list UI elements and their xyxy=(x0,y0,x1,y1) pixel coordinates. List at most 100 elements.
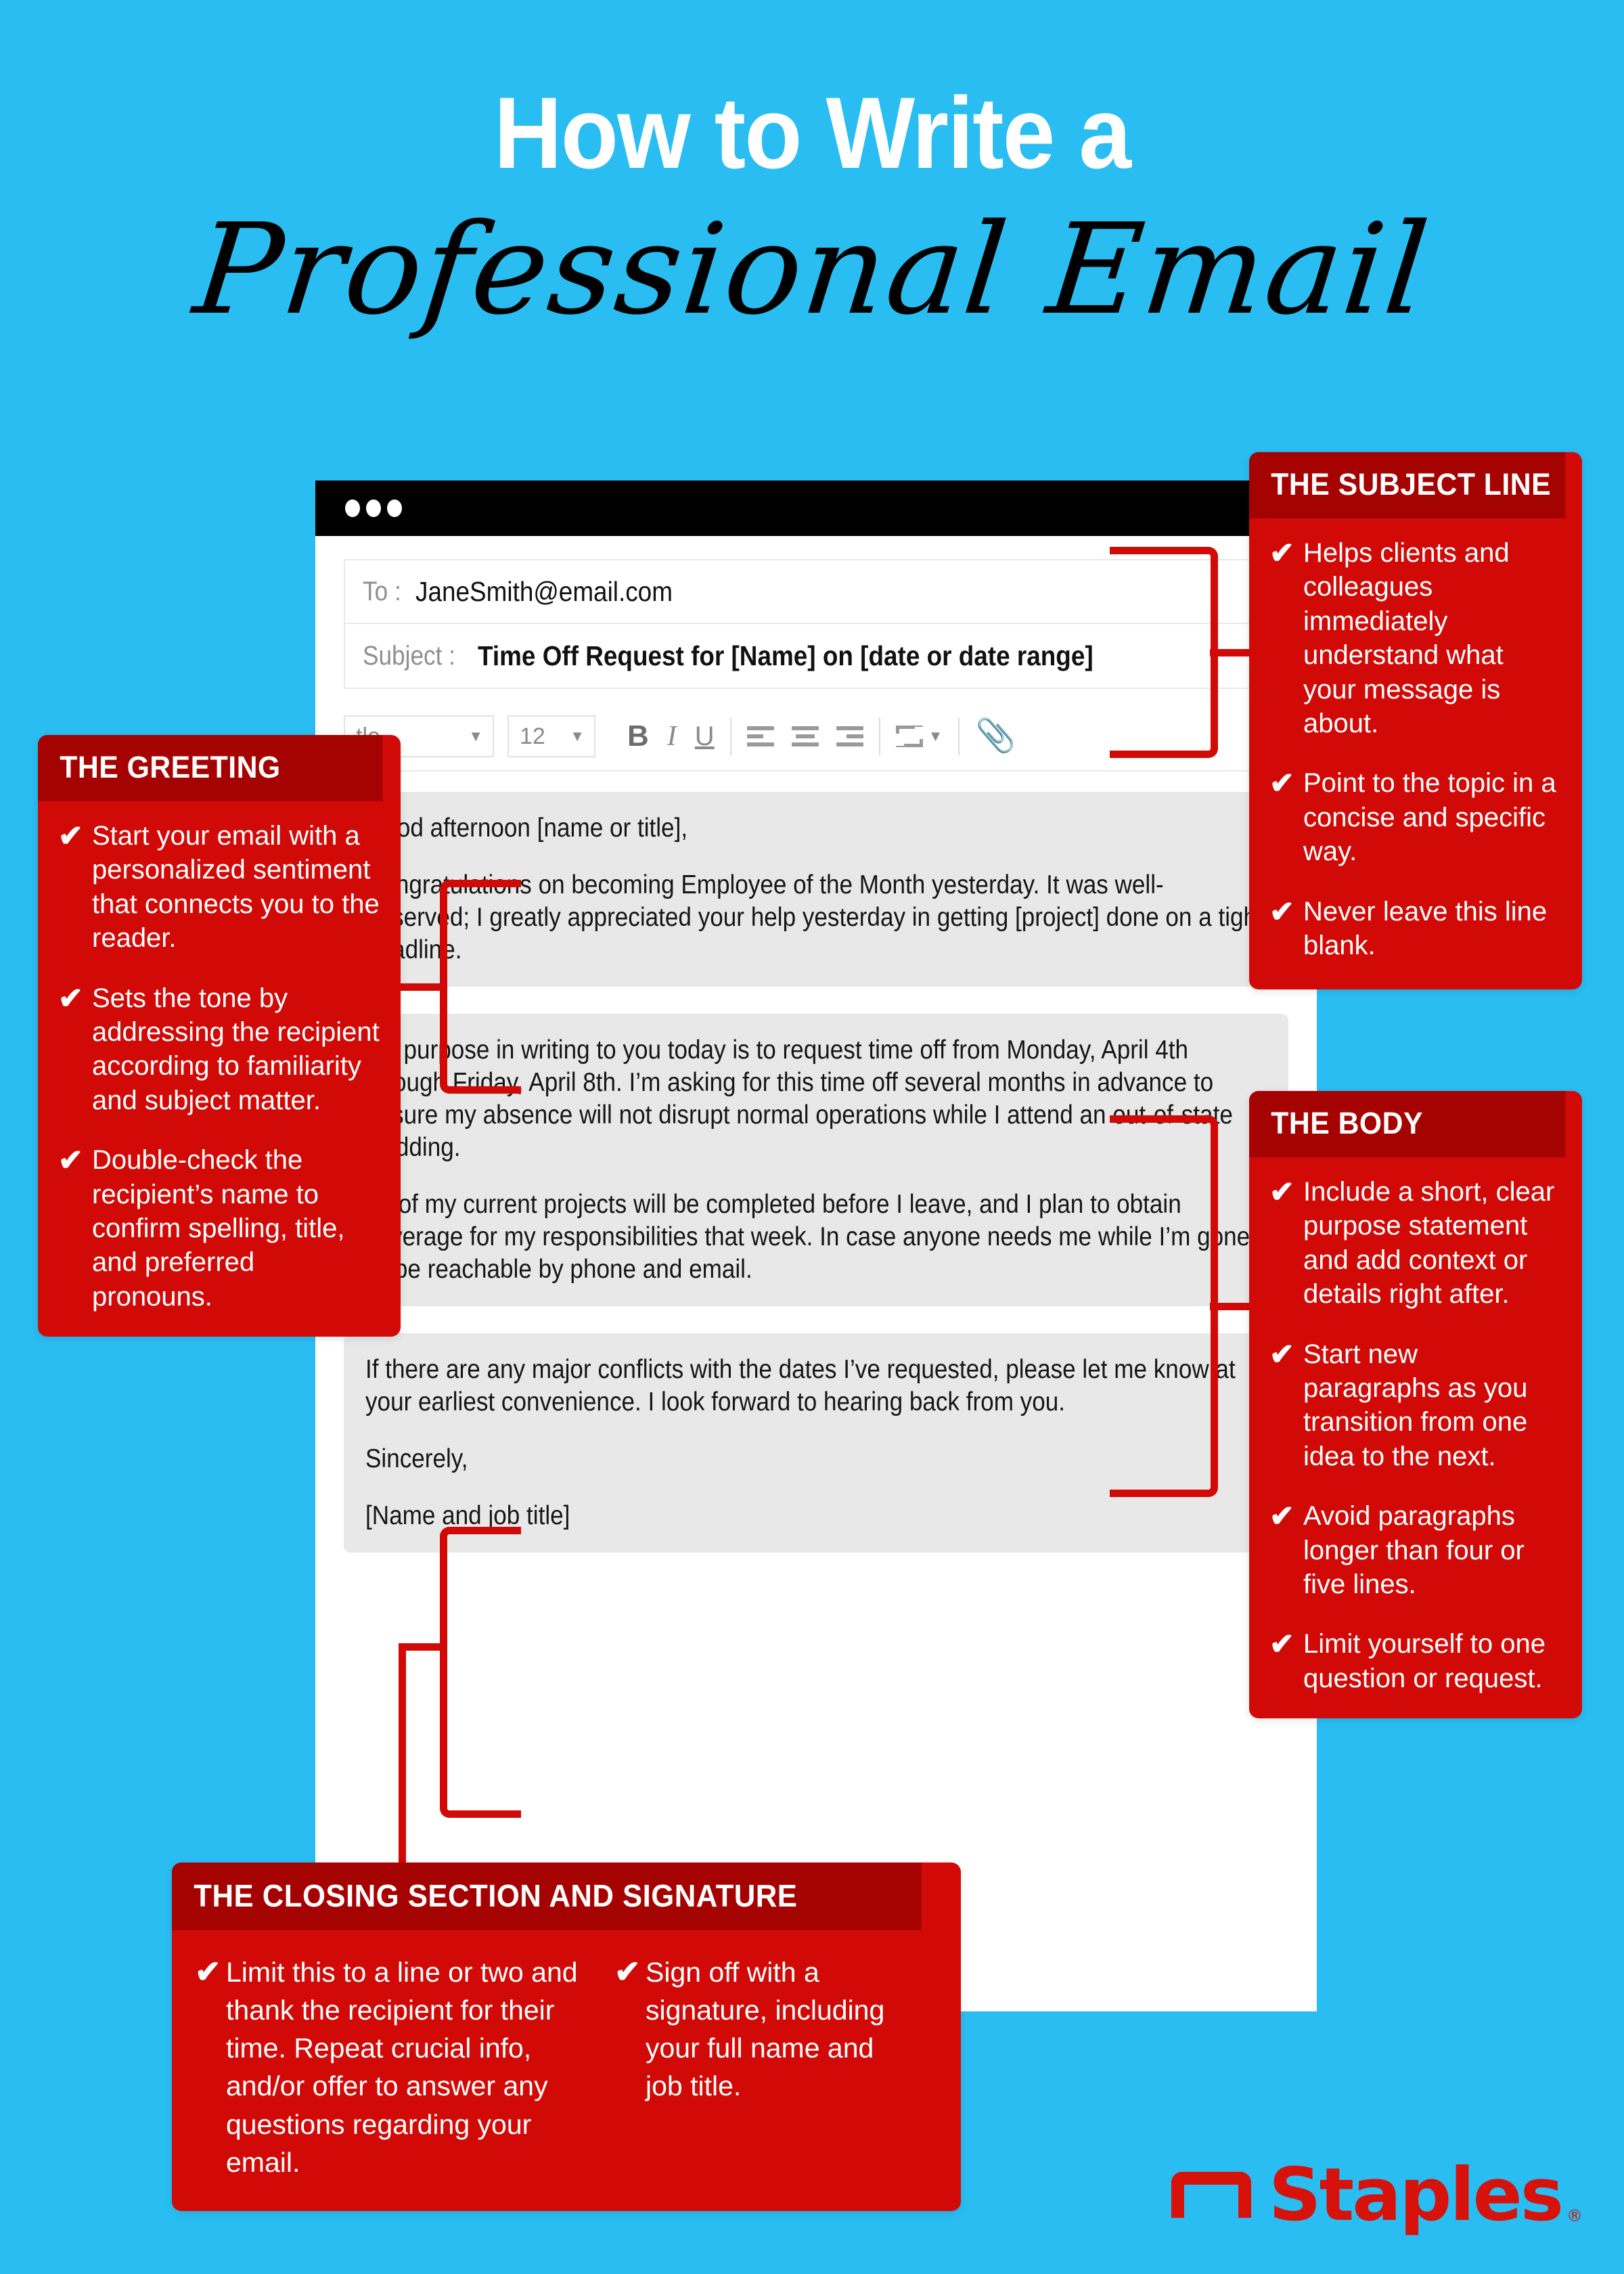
bullet-text: Include a short, clear purpose statement… xyxy=(1303,1177,1555,1310)
subject-field-value: Time Off Request for [Name] on [date or … xyxy=(477,640,1093,671)
bracket-corner xyxy=(1195,1474,1218,1497)
align-center-icon xyxy=(791,726,819,746)
list-item: ✔ Include a short, clear purpose stateme… xyxy=(1269,1175,1562,1312)
bracket-arm xyxy=(1110,547,1195,554)
subject-field-label: Subject : xyxy=(363,640,455,671)
list-item: ✔ Double-check the recipient’s name to c… xyxy=(58,1143,380,1314)
bullet-text: Point to the topic in a concise and spec… xyxy=(1303,768,1556,867)
check-icon: ✔ xyxy=(1269,1628,1294,1662)
callout-body: THE BODY ✔ Include a short, clear purpos… xyxy=(1249,1091,1582,1719)
underline-button[interactable]: U xyxy=(686,715,723,757)
list-item: ✔ Never leave this line blank. xyxy=(1269,895,1562,963)
bracket-closing xyxy=(440,1527,521,1818)
toolbar-divider xyxy=(344,770,1288,772)
list-item: ✔ Limit this to a line or two and thank … xyxy=(195,1953,587,2181)
check-icon: ✔ xyxy=(58,820,83,853)
bullet-text: Start new paragraphs as you transition f… xyxy=(1303,1339,1528,1471)
window-dot-icon[interactable] xyxy=(366,499,381,517)
callout-closing-body: ✔ Limit this to a line or two and thank … xyxy=(172,1930,961,2211)
window-dot-icon[interactable] xyxy=(345,499,360,517)
bullet-text: Never leave this line blank. xyxy=(1303,896,1548,960)
bracket-subject-line xyxy=(1110,547,1255,758)
bracket-corner xyxy=(440,1527,463,1550)
check-icon: ✔ xyxy=(1269,537,1294,570)
page-title-area: How to Write a Professional Email xyxy=(0,0,1624,433)
window-titlebar xyxy=(315,481,1317,536)
toolbar-separator xyxy=(958,717,960,755)
callout-greeting-body: ✔ Start your email with a personalized s… xyxy=(38,801,401,1337)
check-icon: ✔ xyxy=(58,1144,83,1178)
callout-body-list: ✔ Include a short, clear purpose stateme… xyxy=(1249,1157,1582,1718)
align-left-button[interactable] xyxy=(738,715,783,757)
list-item: ✔ Limit yourself to one question or requ… xyxy=(1269,1627,1562,1695)
check-icon: ✔ xyxy=(58,981,83,1015)
toolbar-separator xyxy=(729,717,731,755)
closing-column-left: ✔ Limit this to a line or two and thank … xyxy=(195,1953,587,2181)
window-dot-icon[interactable] xyxy=(387,499,402,517)
list-item: ✔ Point to the topic in a concise and sp… xyxy=(1269,766,1562,868)
bracket-arm xyxy=(463,880,521,887)
check-icon: ✔ xyxy=(1269,1337,1294,1371)
bracket-corner xyxy=(440,1071,463,1094)
staples-logo: Staples ® xyxy=(1171,2158,1583,2231)
bracket-arm xyxy=(1110,1115,1195,1123)
list-item: ✔ Sets the tone by addressing the recipi… xyxy=(58,981,380,1118)
align-right-button[interactable] xyxy=(828,715,872,757)
chevron-down-icon: ▼ xyxy=(928,728,943,744)
bullet-text: Start your email with a personalized sen… xyxy=(92,821,380,954)
align-right-icon xyxy=(836,726,863,746)
bullet-text: Limit yourself to one question or reques… xyxy=(1303,1629,1546,1693)
staples-wordmark: Staples ® xyxy=(1269,2158,1583,2231)
callout-subject-line: THE SUBJECT LINE ✔ Helps clients and col… xyxy=(1249,452,1582,990)
callout-greeting-header: THE GREETING xyxy=(38,735,383,801)
italic-button[interactable]: I xyxy=(658,715,686,757)
bracket-corner xyxy=(440,880,463,903)
bracket-arm xyxy=(463,1527,521,1534)
attach-file-button[interactable]: 📎 xyxy=(966,715,1024,757)
callout-subject-line-body: ✔ Helps clients and colleagues immediate… xyxy=(1249,518,1582,989)
font-size-value: 12 xyxy=(520,723,545,749)
chevron-down-icon: ▼ xyxy=(570,728,585,744)
bullet-text: Helps clients and colleagues immediately… xyxy=(1303,538,1510,738)
bullet-text: Avoid paragraphs longer than four or fiv… xyxy=(1303,1501,1525,1599)
chevron-down-icon: ▼ xyxy=(468,728,483,744)
font-size-select[interactable]: 12 ▼ xyxy=(508,715,595,757)
bold-button[interactable]: B xyxy=(618,715,658,757)
page-title-line-1: How to Write a xyxy=(493,76,1131,190)
bracket-arm xyxy=(463,1810,521,1818)
bracket-corner xyxy=(1195,1115,1218,1138)
bracket-arm xyxy=(463,1086,521,1094)
bullet-text: Sets the tone by addressing the recipien… xyxy=(92,983,380,1115)
align-left-icon xyxy=(746,726,774,746)
insert-media-button[interactable]: ▼ xyxy=(887,715,952,757)
callout-subject-line-header: THE SUBJECT LINE xyxy=(1249,452,1566,518)
to-field-value: JaneSmith@email.com xyxy=(415,575,673,607)
bracket-stem xyxy=(399,983,447,991)
bullet-text: Limit this to a line or two and thank th… xyxy=(226,1957,578,2178)
bracket-stem xyxy=(1210,1303,1255,1310)
list-item: ✔ Helps clients and colleagues immediate… xyxy=(1269,536,1562,740)
bracket-vline xyxy=(440,1550,447,1795)
staple-icon xyxy=(1171,2172,1251,2219)
page-title-line-2: Professional Email xyxy=(187,196,1437,342)
check-icon: ✔ xyxy=(1269,1176,1294,1209)
list-item: ✔ Avoid paragraphs longer than four or f… xyxy=(1269,1499,1562,1601)
callout-greeting: THE GREETING ✔ Start your email with a p… xyxy=(38,735,401,1337)
bracket-corner xyxy=(1195,735,1218,758)
callout-body-header: THE BODY xyxy=(1249,1091,1566,1157)
bullet-text: Double-check the recipient’s name to con… xyxy=(92,1145,345,1312)
bracket-stem xyxy=(1210,649,1255,656)
align-center-button[interactable] xyxy=(783,715,828,757)
bracket-closing-stem-vertical xyxy=(399,1643,406,1867)
check-icon: ✔ xyxy=(195,1954,221,1989)
bracket-corner xyxy=(440,1795,463,1818)
list-item: ✔ Start your email with a personalized s… xyxy=(58,819,380,956)
bracket-greeting xyxy=(399,880,521,1094)
insert-media-icon xyxy=(895,726,923,747)
staples-brand-name: Staples xyxy=(1268,2152,1564,2237)
bracket-corner xyxy=(1195,547,1218,570)
check-icon: ✔ xyxy=(1269,895,1294,929)
bracket-arm xyxy=(1110,1490,1195,1497)
callout-closing-header: THE CLOSING SECTION AND SIGNATURE xyxy=(172,1863,922,1930)
list-item: ✔ Sign off with a signature, including y… xyxy=(614,1953,905,2105)
